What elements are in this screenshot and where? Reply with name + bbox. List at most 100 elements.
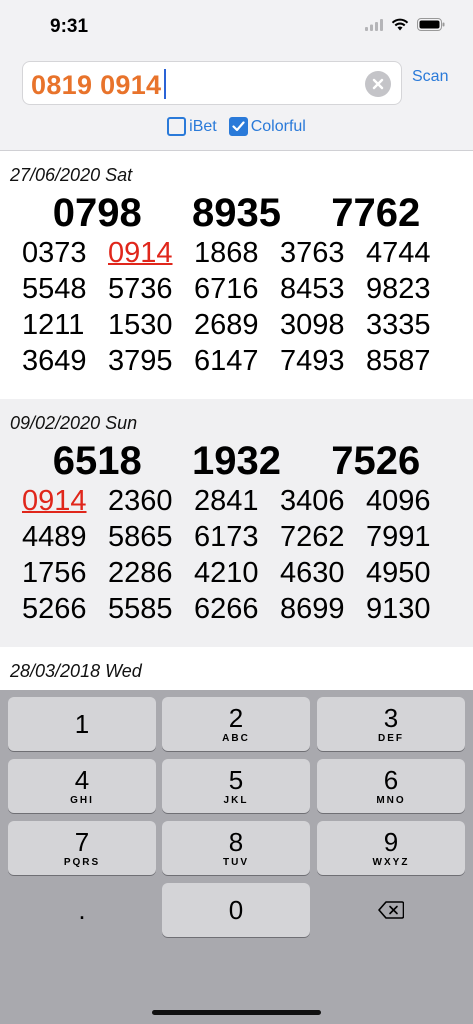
key-letters: WXYZ [372, 857, 410, 868]
key-digit: 0 [228, 895, 244, 925]
backspace-key[interactable] [317, 883, 465, 937]
key-5[interactable]: 5 JKL [162, 759, 310, 813]
key-letters: DEF [378, 733, 404, 744]
status-time: 9:31 [50, 16, 89, 37]
prize-number: 3098 [280, 309, 345, 341]
checkbox-checked-icon [228, 117, 248, 136]
prize-number: 2841 [194, 485, 259, 517]
key-digit: 1 [74, 709, 90, 739]
wifi-icon [391, 18, 409, 31]
prize-number: 6716 [194, 273, 259, 305]
key-2[interactable]: 2 ABC [162, 697, 310, 751]
prize-number: 7991 [366, 521, 431, 553]
clear-search-button[interactable] [365, 71, 391, 97]
key-letters: ABC [222, 733, 250, 744]
prize-number: 6266 [194, 593, 259, 625]
status-bar: 9:31 [0, 0, 473, 54]
key-digit: 6 [383, 765, 399, 795]
key-6[interactable]: 6 MNO [317, 759, 465, 813]
signal-icon [365, 18, 383, 31]
scan-button[interactable]: Scan [412, 68, 448, 86]
home-indicator [152, 1010, 321, 1015]
key-digit: 2 [228, 703, 244, 733]
prize-number: 3335 [366, 309, 431, 341]
prize-number: 1530 [108, 309, 173, 341]
text-caret [164, 69, 167, 99]
key-digit: 5 [228, 765, 244, 795]
prize-number: 1756 [22, 557, 87, 589]
key-digit: 8 [228, 827, 244, 857]
key-digit: 9 [383, 827, 399, 857]
matched-number: 0914 [22, 485, 87, 517]
record-date: 28/03/2018 Wed [10, 661, 142, 681]
key-digit: 4 [74, 765, 90, 795]
prize-number: 1868 [194, 237, 259, 269]
prize-number: 8453 [280, 273, 345, 305]
prize-number: 3406 [280, 485, 345, 517]
key-4[interactable]: 4 GHI [8, 759, 156, 813]
result-record[interactable]: 28/03/2018 Wed [0, 647, 473, 692]
prize-number: 9130 [366, 593, 431, 625]
numeric-keyboard: 1 2 ABC 3 DEF 4 GHI 5 JKL 6 MNO 7 PQRS 8 TUV 9 WXYZ. 0 [0, 690, 473, 1024]
ibet-checkbox[interactable]: iBet [167, 117, 217, 136]
search-value: 0819 0914 [31, 70, 162, 100]
prize-number: 8699 [280, 593, 345, 625]
prize-number: 5865 [108, 521, 173, 553]
prize-number: 9823 [366, 273, 431, 305]
prize-number: 4950 [366, 557, 431, 589]
record-top-prizes: 0798 8935 7762 [52, 191, 421, 235]
matched-number: 0914 [108, 237, 173, 269]
prize-number: 3795 [108, 345, 173, 377]
prize-number: 4744 [366, 237, 431, 269]
key-letters: PQRS [63, 857, 101, 868]
prize-number: 5736 [108, 273, 173, 305]
result-record[interactable]: 09/02/2020 Sun 6518 1932 7526 0914 2360 2841… [0, 399, 473, 647]
results-list[interactable]: 27/06/2020 Sat 0798 8935 7762 0373 0914 1868… [0, 150, 473, 692]
prize-number: 4096 [366, 485, 431, 517]
key-letters: GHI [70, 795, 94, 806]
key-digit: 7 [74, 827, 90, 857]
record-number-grid: 0373 0914 1868 3763 4744 5548 5736 6716 8453 9823… [22, 237, 452, 377]
options-row: iBet Colorful [0, 117, 473, 136]
prize-number: 7493 [280, 345, 345, 377]
prize-number: 3649 [22, 345, 87, 377]
prize-number: 3763 [280, 237, 345, 269]
prize-number: 6173 [194, 521, 259, 553]
prize-number: 4489 [22, 521, 87, 553]
battery-icon [417, 18, 445, 31]
key-letters: MNO [376, 795, 406, 806]
prize-number: 5585 [108, 593, 173, 625]
prize-number: 2689 [194, 309, 259, 341]
key-8[interactable]: 8 TUV [162, 821, 310, 875]
decimal-key[interactable]: . [8, 883, 156, 937]
key-letters: JKL [223, 795, 249, 806]
ibet-label: iBet [189, 117, 217, 135]
prize-number: 2360 [108, 485, 173, 517]
key-0[interactable]: 0 [162, 883, 310, 937]
prize-number: 4210 [194, 557, 259, 589]
key-letters: TUV [223, 857, 249, 868]
record-top-prizes: 6518 1932 7526 [52, 439, 421, 483]
record-number-grid: 0914 2360 2841 3406 4096 4489 5865 6173 7262 7991… [22, 485, 452, 625]
colorful-checkbox[interactable]: Colorful [228, 117, 306, 136]
prize-number: 1211 [22, 309, 85, 341]
prize-number: 5266 [22, 593, 87, 625]
key-3[interactable]: 3 DEF [317, 697, 465, 751]
result-record[interactable]: 27/06/2020 Sat 0798 8935 7762 0373 0914 1868… [0, 151, 473, 399]
prize-number: 4630 [280, 557, 345, 589]
record-date: 27/06/2020 Sat [10, 165, 133, 185]
status-icons [365, 18, 445, 31]
close-icon [372, 78, 384, 90]
checkmark-icon [232, 121, 245, 132]
key-digit: . [78, 895, 86, 925]
key-1[interactable]: 1 [8, 697, 156, 751]
key-digit: 3 [383, 703, 399, 733]
prize-number: 0373 [22, 237, 87, 269]
colorful-label: Colorful [250, 117, 306, 135]
key-7[interactable]: 7 PQRS [8, 821, 156, 875]
search-input[interactable]: 0819 0914 [22, 61, 402, 105]
key-9[interactable]: 9 WXYZ [317, 821, 465, 875]
backspace-icon [378, 901, 404, 919]
prize-number: 6147 [194, 345, 259, 377]
prize-number: 2286 [108, 557, 173, 589]
